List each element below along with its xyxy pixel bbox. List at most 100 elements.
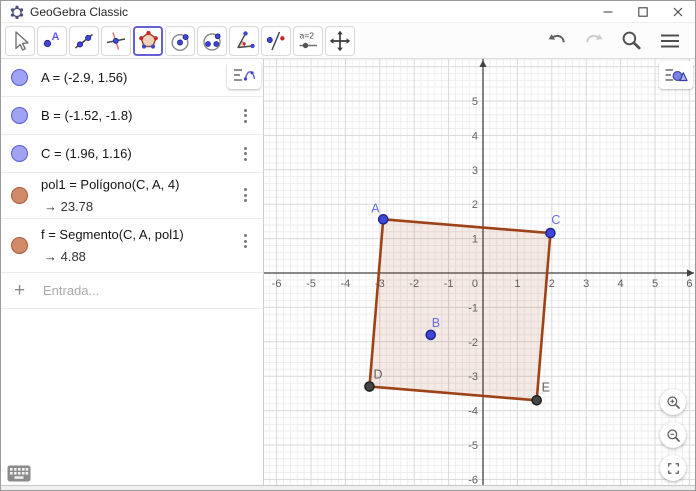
undo-button[interactable] — [543, 27, 571, 55]
point-E[interactable] — [531, 394, 542, 406]
svg-text:A: A — [52, 31, 60, 43]
svg-text:-2: -2 — [409, 278, 419, 290]
row-menu-B[interactable] — [241, 106, 250, 126]
visibility-toggle-A[interactable] — [11, 69, 28, 86]
tool-point[interactable]: A — [37, 25, 67, 56]
algebra-view: A = (-2.9, 1.56) B = (-1.52, -1.8) C = (… — [1, 59, 264, 490]
fullscreen-button[interactable] — [660, 455, 686, 481]
search-button[interactable] — [617, 26, 646, 55]
svg-text:3: 3 — [583, 278, 589, 290]
keyboard-icon — [7, 465, 31, 482]
maximize-button[interactable] — [625, 1, 660, 22]
visibility-toggle-B[interactable] — [11, 107, 28, 124]
visibility-toggle-pol1[interactable] — [11, 187, 28, 204]
move-cursor-icon — [15, 30, 29, 51]
zoom-in-icon — [666, 395, 680, 409]
point-label-C: C — [551, 213, 560, 227]
tool-polygon[interactable] — [133, 25, 163, 56]
slider-icon: a=2 — [299, 30, 317, 48]
point-icon: A — [43, 31, 60, 47]
svg-text:3: 3 — [472, 165, 478, 177]
algebra-row-B[interactable]: B = (-1.52, -1.8) — [1, 97, 263, 135]
tool-circle-with-center[interactable] — [165, 25, 195, 56]
redo-icon — [586, 33, 603, 42]
svg-text:a=2: a=2 — [300, 30, 315, 40]
toolbar-right-actions — [543, 26, 685, 55]
tool-slider[interactable]: a=2 — [293, 25, 323, 56]
tool-ellipse[interactable] — [197, 25, 227, 56]
svg-text:0: 0 — [472, 278, 478, 290]
algebra-input-row[interactable]: + — [1, 273, 263, 309]
tool-angle[interactable] — [229, 25, 259, 56]
value-pol1: → 23.78 — [44, 199, 94, 214]
algebra-row-f[interactable]: f = Segmento(C, A, pol1) → 4.88 — [1, 219, 263, 273]
fullscreen-icon — [667, 462, 679, 474]
window-bottom-edge — [1, 485, 695, 490]
definition-pol1: pol1 = Polígono(C, A, 4) — [41, 177, 180, 192]
zoom-out-button[interactable] — [660, 422, 686, 448]
main-content: A = (-2.9, 1.56) B = (-1.52, -1.8) C = (… — [1, 59, 695, 490]
tool-perpendicular-line[interactable] — [101, 25, 131, 56]
row-menu-pol1[interactable] — [241, 185, 250, 205]
svg-text:2: 2 — [472, 199, 478, 211]
virtual-keyboard-button[interactable] — [7, 465, 31, 482]
geogebra-window: GeoGebra Classic A a=2 A = (-2.9, 1.56) … — [0, 0, 696, 491]
svg-text:5: 5 — [652, 278, 658, 290]
algebra-row-pol1[interactable]: pol1 = Polígono(C, A, 4) → 23.78 — [1, 173, 263, 219]
svg-text:1: 1 — [472, 234, 478, 246]
point-C[interactable] — [545, 227, 556, 239]
svg-text:2: 2 — [549, 278, 555, 290]
algebra-style-bar-button[interactable] — [227, 61, 261, 89]
zoom-in-button[interactable] — [660, 389, 686, 415]
reflect-about-line-icon — [266, 31, 285, 50]
ellipse-icon — [203, 32, 221, 51]
graphics-canvas[interactable]: -6 -5 -4 -3 -2 -1 0 1 2 3 4 5 6-6-5-4-3-2-112345ABCD… — [264, 59, 695, 490]
close-icon — [673, 7, 682, 16]
point-label-A: A — [371, 201, 380, 215]
value-f: → 4.88 — [44, 249, 86, 264]
geogebra-logo-icon — [10, 5, 24, 19]
add-input-icon[interactable]: + — [11, 281, 28, 300]
definition-f: f = Segmento(C, A, pol1) — [41, 227, 184, 242]
point-D[interactable] — [364, 381, 375, 392]
row-menu-C[interactable] — [241, 144, 250, 164]
graphics-style-icon — [665, 69, 688, 82]
point-label-E: E — [542, 380, 550, 394]
svg-text:-3: -3 — [468, 371, 478, 383]
tool-buttons: A a=2 — [5, 25, 355, 56]
tool-move[interactable] — [5, 25, 35, 56]
circle-with-center-icon — [171, 33, 189, 51]
search-icon — [622, 31, 641, 50]
point-A[interactable] — [377, 214, 389, 225]
algebra-row-A[interactable]: A = (-2.9, 1.56) — [1, 59, 263, 97]
svg-text:-1: -1 — [468, 302, 478, 314]
algebra-row-C[interactable]: C = (1.96, 1.16) — [1, 135, 263, 173]
polygon-pol1[interactable] — [368, 218, 552, 402]
undo-icon — [548, 33, 565, 42]
tool-line[interactable] — [69, 25, 99, 56]
algebra-input[interactable] — [41, 282, 263, 299]
visibility-toggle-C[interactable] — [11, 145, 28, 162]
tool-move-graphics-view[interactable] — [325, 25, 355, 56]
graphics-zoom-controls — [660, 389, 686, 481]
menu-button[interactable] — [655, 27, 685, 55]
svg-text:1: 1 — [514, 278, 520, 290]
move-graphics-view-icon — [329, 30, 351, 51]
close-button[interactable] — [660, 1, 695, 22]
graphics-style-bar-button[interactable] — [659, 61, 693, 89]
definition-C: C = (1.96, 1.16) — [41, 146, 132, 161]
visibility-toggle-f[interactable] — [11, 237, 28, 254]
svg-text:-5: -5 — [306, 278, 316, 290]
minimize-button[interactable] — [590, 1, 625, 22]
point-label-D: D — [373, 368, 382, 382]
row-menu-f[interactable] — [241, 231, 250, 251]
maximize-icon — [637, 6, 648, 17]
point-B[interactable] — [425, 329, 437, 341]
redo-button[interactable] — [580, 27, 608, 55]
angle-icon — [237, 30, 255, 48]
svg-text:-4: -4 — [341, 278, 351, 290]
window-title: GeoGebra Classic — [30, 4, 129, 19]
definition-A: A = (-2.9, 1.56) — [41, 70, 128, 85]
tool-reflect-about-line[interactable] — [261, 25, 291, 56]
minimize-icon — [603, 10, 612, 13]
